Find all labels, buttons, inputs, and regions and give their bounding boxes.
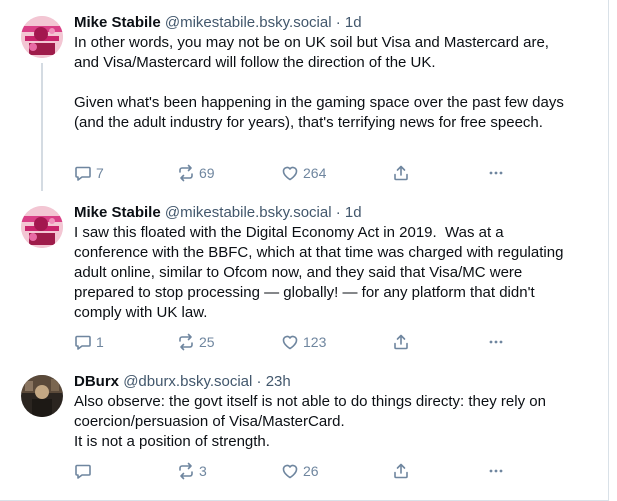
like-count: 123 bbox=[303, 334, 327, 350]
avatar-image bbox=[21, 16, 63, 58]
thread-line bbox=[41, 63, 43, 191]
like-button[interactable]: 264 bbox=[281, 164, 326, 182]
repost-button[interactable]: 25 bbox=[177, 333, 215, 351]
heart-icon bbox=[282, 335, 298, 350]
reply-count: 1 bbox=[96, 334, 104, 350]
reply-button[interactable] bbox=[74, 462, 96, 480]
author-name[interactable]: Mike Stabile bbox=[74, 204, 161, 221]
repost-button[interactable]: 3 bbox=[177, 462, 207, 480]
repost-icon bbox=[179, 333, 193, 351]
repost-count: 3 bbox=[199, 463, 207, 479]
post-header: Mike Stabile @mikestabile.bsky.social · … bbox=[74, 203, 362, 223]
share-button[interactable] bbox=[392, 462, 410, 480]
author-handle[interactable]: @dburx.bsky.social bbox=[123, 373, 252, 390]
timestamp[interactable]: 1d bbox=[345, 204, 362, 221]
more-icon bbox=[489, 340, 503, 344]
reply-icon bbox=[75, 335, 91, 350]
like-button[interactable]: 26 bbox=[281, 462, 319, 480]
post-header: Mike Stabile @mikestabile.bsky.social · … bbox=[74, 13, 362, 33]
repost-icon bbox=[179, 164, 193, 182]
avatar[interactable] bbox=[21, 206, 63, 248]
share-button[interactable] bbox=[392, 164, 410, 182]
share-icon bbox=[394, 334, 408, 350]
author-name[interactable]: Mike Stabile bbox=[74, 14, 161, 31]
post-3[interactable]: DBurx @dburx.bsky.social · 23h Also obse… bbox=[0, 372, 609, 501]
author-handle[interactable]: @mikestabile.bsky.social bbox=[165, 204, 332, 221]
reply-icon bbox=[75, 464, 91, 479]
reply-count: 7 bbox=[96, 165, 104, 181]
separator: · bbox=[335, 204, 341, 221]
avatar-image bbox=[21, 206, 63, 248]
timestamp[interactable]: 23h bbox=[266, 373, 291, 390]
post-2[interactable]: Mike Stabile @mikestabile.bsky.social · … bbox=[0, 203, 609, 366]
reply-button[interactable]: 1 bbox=[74, 333, 104, 351]
post-text: I saw this floated with the Digital Econ… bbox=[74, 224, 568, 321]
share-button[interactable] bbox=[392, 333, 410, 351]
more-button[interactable] bbox=[487, 333, 505, 351]
reply-button[interactable]: 7 bbox=[74, 164, 104, 182]
repost-count: 25 bbox=[199, 334, 215, 350]
action-bar: 1 25 123 bbox=[74, 333, 514, 353]
repost-count: 69 bbox=[199, 165, 215, 181]
post-1[interactable]: Mike Stabile @mikestabile.bsky.social · … bbox=[0, 13, 609, 191]
action-bar: 3 26 bbox=[74, 462, 514, 482]
reply-icon bbox=[75, 166, 91, 181]
heart-icon bbox=[282, 166, 298, 181]
like-count: 264 bbox=[303, 165, 327, 181]
share-icon bbox=[394, 165, 408, 181]
repost-icon bbox=[179, 462, 193, 480]
timestamp[interactable]: 1d bbox=[345, 14, 362, 31]
avatar[interactable] bbox=[21, 16, 63, 58]
like-button[interactable]: 123 bbox=[281, 333, 326, 351]
avatar-image bbox=[21, 375, 63, 417]
separator: · bbox=[256, 373, 262, 390]
more-button[interactable] bbox=[487, 462, 505, 480]
repost-button[interactable]: 69 bbox=[177, 164, 215, 182]
more-icon bbox=[489, 469, 503, 473]
post-text: In other words, you may not be on UK soi… bbox=[74, 34, 564, 131]
more-button[interactable] bbox=[487, 164, 505, 182]
heart-icon bbox=[282, 464, 298, 479]
author-name[interactable]: DBurx bbox=[74, 373, 119, 390]
separator: · bbox=[335, 14, 341, 31]
like-count: 26 bbox=[303, 463, 319, 479]
avatar[interactable] bbox=[21, 375, 63, 417]
author-handle[interactable]: @mikestabile.bsky.social bbox=[165, 14, 332, 31]
post-header: DBurx @dburx.bsky.social · 23h bbox=[74, 372, 291, 392]
post-text: Also observe: the govt itself is not abl… bbox=[74, 393, 546, 450]
share-icon bbox=[394, 463, 408, 479]
more-icon bbox=[489, 171, 503, 175]
action-bar: 7 69 264 bbox=[74, 164, 514, 184]
